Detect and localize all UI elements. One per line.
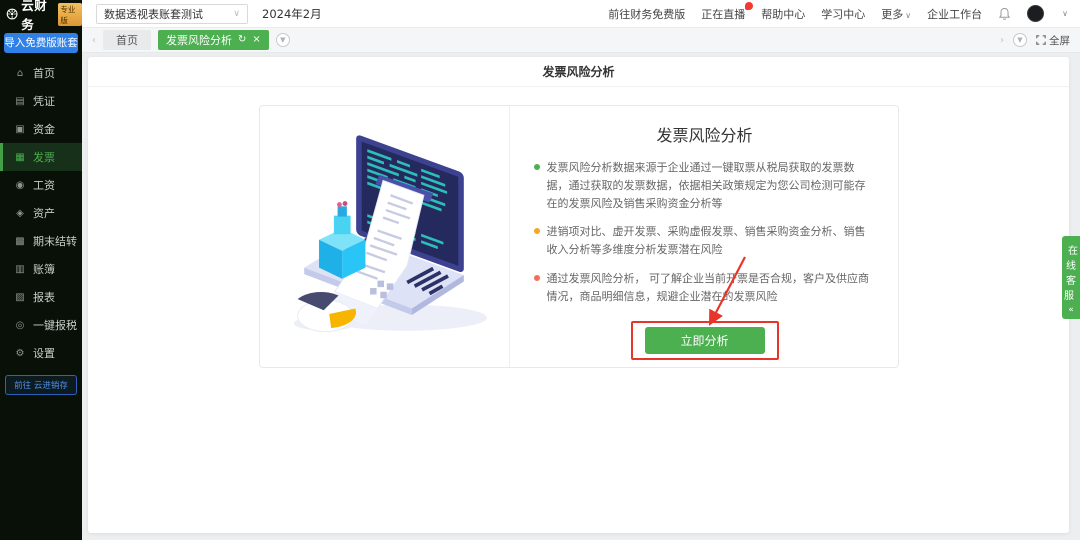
nav-more-label: 更多 [881,7,904,21]
intro-panel: 发票风险分析 发票风险分析数据来源于企业通过一键取票从税局获取的发票数据，通过获… [258,105,899,368]
tab-label: 发票风险分析 [166,34,232,47]
sidebar-item-ledger[interactable]: ▥ 账簿 [0,255,82,283]
tabs-scroll-left-icon[interactable]: ‹ [92,35,96,46]
goto-inventory-app-button[interactable]: 前往 云进销存 [5,375,77,395]
sidebar-item-label: 期末结转 [33,235,77,248]
close-icon[interactable]: × [252,35,260,45]
sidebar-item-period-end[interactable]: ▩ 期末结转 [0,227,82,255]
sidebar-item-label: 首页 [33,67,55,80]
fullscreen-label: 全屏 [1049,34,1070,47]
bullet-dot-red [533,275,540,282]
gear-icon: ⚙ [15,347,25,359]
nav-workspace[interactable]: 企业工作台 [927,6,982,22]
bullet-dot-yellow [533,228,540,235]
sidebar-item-invoice[interactable]: ▦ 发票 [0,143,82,171]
app-name: 云财务 [21,0,48,32]
sidebar-item-label: 工资 [33,179,55,192]
sidebar-item-label: 一键报税 [33,319,77,332]
bullet-text: 发票风险分析数据来源于企业通过一键取票从税局获取的发票数据，通过获取的发票数据，… [546,161,866,210]
reports-icon: ▨ [15,291,25,303]
intro-text-area: 发票风险分析 发票风险分析数据来源于企业通过一键取票从税局获取的发票数据，通过获… [510,106,898,367]
sidebar-item-label: 资产 [33,207,55,220]
sidebar-item-label: 凭证 [33,95,55,108]
bullet-text: 通过发票风险分析， 可了解企业当前开票是否合规，客户及供应商情况，商品明细信息，… [546,272,870,303]
edition-badge: 专业版 [58,3,82,26]
accounting-period[interactable]: 2024年2月 [262,6,322,22]
topbar-nav: 前往财务免费版 正在直播 帮助中心 学习中心 更多 ∨ 企业工作台 ∨ [608,1,1068,22]
avatar[interactable] [1027,5,1045,22]
ledger-icon: ▥ [15,263,25,275]
cta-row: 立即分析 [534,256,876,364]
collapse-left-icon: « [1068,305,1074,315]
tabs-collapse-icon[interactable]: ▼ [1013,33,1027,47]
voucher-icon: ▤ [15,95,25,107]
bullet-dot-green [533,164,540,170]
chevron-down-icon[interactable]: ∨ [1062,9,1068,18]
live-badge [745,1,754,10]
payroll-icon: ◉ [15,179,25,191]
open-tabs-bar: ‹ 首页 发票风险分析 ↻ × ▼ › ▼ 全屏 [82,28,1080,53]
chevron-down-icon: ∨ [905,10,912,20]
page-title: 发票风险分析 [88,57,1069,87]
chevron-down-icon: ∨ [233,8,240,19]
funds-icon: ▣ [15,123,25,135]
assets-icon: ◈ [16,207,24,219]
illustration-area [260,106,510,367]
analyze-now-button[interactable]: 立即分析 [644,326,765,354]
bullet-text: 进销项对比、虚开发票、采购虚假发票、销售采购资金分析、销售收入分析等多维度分析发… [546,225,866,257]
fullscreen-icon [1036,35,1046,45]
sidebar-item-home[interactable]: ⌂ 首页 [0,59,82,87]
nav-free-version[interactable]: 前往财务免费版 [608,6,685,22]
bullet-item: 进销项对比、虚开发票、采购虚假发票、销售采购资金分析、销售收入分析等多维度分析发… [533,223,876,259]
logo-icon [6,8,18,20]
sidebar-item-label: 资金 [33,123,55,136]
panel-title: 发票风险分析 [656,126,753,145]
period-end-icon: ▩ [15,235,25,247]
sidebar-item-label: 账簿 [33,263,55,276]
topbar: 数据透视表账套测试 ∨ 2024年2月 前往财务免费版 正在直播 帮助中心 学习… [82,0,1080,28]
tab-invoice-risk-analysis[interactable]: 发票风险分析 ↻ × [158,30,269,50]
home-icon: ⌂ [16,67,24,79]
import-free-account-button[interactable]: 导入免费版账套 [4,33,78,53]
tabs-dropdown-icon[interactable]: ▼ [275,33,290,47]
sidebar-item-label: 报表 [33,291,55,304]
sidebar-item-label: 发票 [33,151,55,164]
refresh-icon[interactable]: ↻ [238,35,246,45]
sidebar-item-tax-filing[interactable]: ◎ 一键报税 [0,311,82,339]
account-set-value: 数据透视表账套测试 [104,7,203,21]
nav-help-center[interactable]: 帮助中心 [761,6,805,22]
sidebar-item-payroll[interactable]: ◉ 工资 [0,171,82,199]
notification-bell-icon[interactable] [998,7,1011,21]
sidebar-item-funds[interactable]: ▣ 资金 [0,115,82,143]
bullet-item: 通过发票风险分析， 可了解企业当前开票是否合规，客户及供应商情况，商品明细信息，… [533,270,876,306]
app-logo: 云财务 专业版 [0,0,82,32]
online-service-label: 在线客服 [1064,246,1078,302]
sidebar-item-label: 设置 [33,347,55,360]
tab-home[interactable]: 首页 [103,30,151,50]
sidebar-item-voucher[interactable]: ▤ 凭证 [0,87,82,115]
nav-more[interactable]: 更多 ∨ [881,6,911,22]
sidebar-item-assets[interactable]: ◈ 资产 [0,199,82,227]
nav-learn-center[interactable]: 学习中心 [821,6,865,22]
nav-live[interactable]: 正在直播 [701,1,754,22]
online-customer-service-tab[interactable]: 在线客服 « [1062,236,1080,319]
sidebar-item-reports[interactable]: ▨ 报表 [0,283,82,311]
main-content-card: 发票风险分析 发票风险分析 发票风险分析数据来源于企业通过一键取票从税局获取的发… [88,57,1069,533]
bullet-item: 发票风险分析数据来源于企业通过一键取票从税局获取的发票数据，通过获取的发票数据，… [533,159,876,212]
sidebar: 云财务 专业版 导入免费版账套 ⌂ 首页 ▤ 凭证 ▣ 资金 ▦ 发票 ◉ 工资… [0,0,82,540]
invoice-icon: ▦ [15,151,25,163]
tabbar-right-controls: › ▼ 全屏 [1000,33,1070,48]
nav-live-label: 正在直播 [701,7,746,21]
tabs-scroll-right-icon[interactable]: › [1000,35,1004,46]
tax-filing-icon: ◎ [15,319,25,331]
account-set-select[interactable]: 数据透视表账套测试 ∨ [96,3,248,24]
sidebar-item-settings[interactable]: ⚙ 设置 [0,339,82,367]
invoice-analysis-illustration [293,134,488,332]
fullscreen-button[interactable]: 全屏 [1036,33,1070,48]
